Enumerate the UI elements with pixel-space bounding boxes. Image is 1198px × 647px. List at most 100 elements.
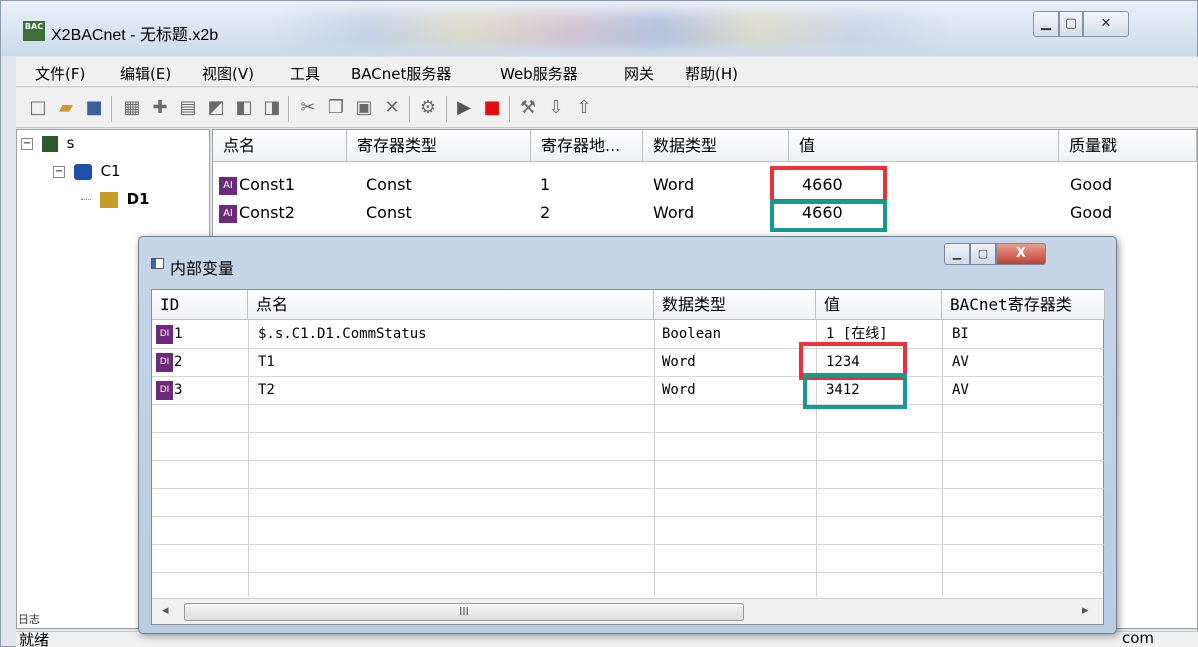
channel-icon [73, 163, 92, 180]
log-tab-label[interactable]: 日志 [18, 611, 40, 627]
grid-line [152, 488, 1105, 489]
column-header-value[interactable]: 值 [816, 290, 942, 320]
toolbar: □ ▰ ■ ▦ ✚ ▤ ◩ ◧ ◨ ✂ ❐ ▣ ✕ ⚙ ▶ ■ ⚒ ⇩ ⇧ [16, 88, 1198, 128]
menu-view[interactable]: 视图(V) [202, 63, 254, 84]
close-button[interactable]: ✕ [1083, 11, 1129, 37]
scroll-left-icon[interactable]: ◂ [162, 603, 169, 618]
tree-root-label: s [66, 134, 75, 152]
point-name-cell: AI Const1 [219, 171, 295, 199]
quality-cell: Good [1070, 203, 1113, 222]
tree-node-root[interactable]: − s [21, 134, 74, 152]
grid-line [654, 320, 655, 596]
scroll-right-icon[interactable]: ▸ [1082, 603, 1089, 618]
upload-icon[interactable]: ⇧ [572, 96, 596, 120]
menu-gateway[interactable]: 网关 [624, 63, 654, 84]
toolbar-separator [509, 96, 510, 122]
bacnet-type-cell: AV [952, 354, 969, 370]
highlight-box-red [770, 166, 887, 203]
tree-node-device[interactable]: D1 [81, 190, 149, 208]
register-address-cell: 1 [540, 175, 551, 194]
project-icon [41, 135, 58, 152]
device-icon [99, 191, 118, 208]
monitor-icon[interactable]: ⚙ [416, 96, 440, 120]
analog-input-icon: AI [219, 204, 237, 223]
grid-line [152, 404, 1105, 405]
tree-node-channel[interactable]: − C1 [53, 162, 121, 180]
point-name-cell: AI Const2 [219, 199, 295, 227]
add-device-icon[interactable]: ✚ [148, 96, 172, 120]
window-icon [151, 258, 164, 269]
run-icon[interactable]: ▶ [452, 96, 476, 120]
highlight-box-teal [770, 200, 887, 232]
menu-edit[interactable]: 编辑(E) [120, 63, 171, 84]
dialog-minimize-button[interactable]: ▁ [944, 243, 970, 265]
column-header-bacnet-register-type[interactable]: BACnet寄存器类 [942, 290, 1105, 320]
collapse-icon[interactable]: − [21, 137, 33, 150]
grid-line [248, 320, 249, 596]
tree-connector [81, 199, 91, 200]
new-file-icon[interactable]: □ [26, 96, 50, 120]
properties-icon[interactable]: ◨ [260, 96, 284, 120]
data-type-cell: Word [662, 354, 696, 370]
collapse-icon[interactable]: − [53, 165, 65, 178]
column-header-quality[interactable]: 质量戳 [1059, 130, 1197, 162]
column-header-id[interactable]: ID [152, 290, 248, 320]
add-tag-icon[interactable]: ◧ [232, 96, 256, 120]
column-header-register-type[interactable]: 寄存器类型 [347, 130, 531, 162]
toolbar-separator [111, 96, 112, 122]
point-name: Const1 [239, 175, 295, 194]
data-type-cell: Boolean [662, 326, 722, 342]
name-cell: $.s.C1.D1.CommStatus [258, 326, 427, 342]
stop-icon[interactable]: ■ [480, 96, 504, 120]
delete-icon[interactable]: ✕ [380, 96, 404, 120]
status-right-text: com [1122, 629, 1155, 647]
column-header-value[interactable]: 值 [789, 130, 1059, 162]
menu-bacnet-server[interactable]: BACnet服务器 [351, 63, 451, 84]
dialog-close-button[interactable]: X [996, 243, 1046, 265]
grid-line [152, 432, 1105, 433]
highlight-box-teal [803, 373, 907, 409]
add-group-icon[interactable]: ▤ [176, 96, 200, 120]
paste-icon[interactable]: ▣ [352, 96, 376, 120]
dialog-title: 内部变量 [170, 259, 235, 278]
minimize-button[interactable]: ▁ [1033, 11, 1059, 37]
save-icon[interactable]: ■ [82, 96, 106, 120]
menu-file[interactable]: 文件(F) [35, 63, 85, 84]
data-type-cell: Word [653, 175, 695, 194]
add-channel-icon[interactable]: ▦ [120, 96, 144, 120]
register-type-cell: Const [366, 203, 412, 222]
load-icon[interactable]: ⇩ [544, 96, 568, 120]
cut-icon[interactable]: ✂ [296, 96, 320, 120]
bacnet-type-cell: AV [952, 382, 969, 398]
menu-tools[interactable]: 工具 [290, 63, 320, 84]
column-header-name[interactable]: 点名 [248, 290, 654, 320]
grid-line [942, 320, 943, 596]
add-point-icon[interactable]: ◩ [204, 96, 228, 120]
internal-variables-dialog: 内部变量 ▁ ▢ X ID 点名 数据类型 值 BACnet寄存器类 DI 1 … [138, 236, 1117, 634]
column-header-name[interactable]: 点名 [213, 130, 347, 162]
scrollbar-thumb[interactable]: III [184, 603, 744, 621]
dialog-maximize-button[interactable]: ▢ [970, 243, 996, 265]
copy-icon[interactable]: ❐ [324, 96, 348, 120]
name-cell: T2 [258, 382, 275, 398]
analog-input-icon: AI [219, 176, 237, 195]
variables-table: ID 点名 数据类型 值 BACnet寄存器类 DI 1 $.s.C1.D1.C… [151, 289, 1105, 625]
maximize-button[interactable]: ▢ [1059, 11, 1083, 37]
grid-line [152, 460, 1105, 461]
tools-icon[interactable]: ⚒ [516, 96, 540, 120]
column-header-register-address[interactable]: 寄存器地... [531, 130, 643, 162]
column-header-data-type[interactable]: 数据类型 [654, 290, 816, 320]
toolbar-separator [409, 96, 410, 122]
horizontal-scrollbar[interactable]: ◂ III ▸ [152, 598, 1103, 624]
digital-input-icon: DI [156, 353, 173, 372]
id-cell: 2 [174, 354, 183, 370]
status-text: 就绪 [19, 631, 50, 647]
title-bar[interactable]: BAC X2BACnet - 无标题.x2b ▁ ▢ ✕ [1, 1, 1197, 56]
open-folder-icon[interactable]: ▰ [54, 96, 78, 120]
column-header-data-type[interactable]: 数据类型 [643, 130, 789, 162]
tree-channel-label: C1 [100, 162, 121, 180]
app-icon: BAC [23, 21, 45, 41]
menu-help[interactable]: 帮助(H) [685, 63, 738, 84]
bacnet-type-cell: BI [952, 326, 969, 342]
menu-web-server[interactable]: Web服务器 [500, 63, 578, 84]
